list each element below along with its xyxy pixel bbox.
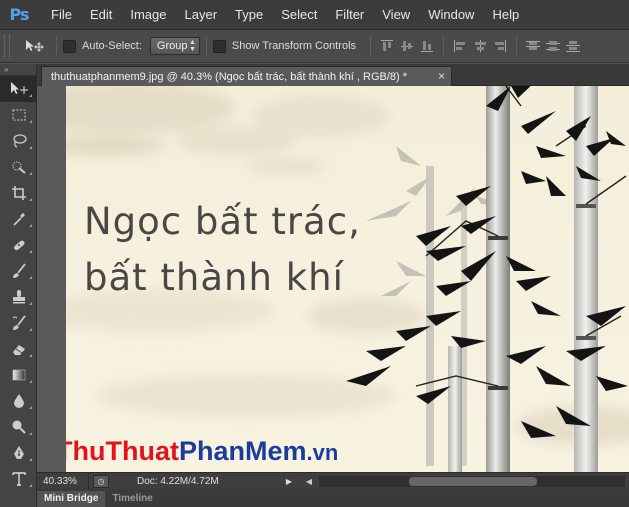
tab-timeline[interactable]: Timeline — [105, 491, 159, 507]
lasso-icon — [12, 134, 27, 148]
type-icon — [11, 472, 26, 486]
eyedropper-tool[interactable] — [0, 206, 37, 232]
separator — [443, 36, 445, 56]
auto-select-dropdown[interactable]: Group ▲ ▼ — [149, 37, 200, 55]
gradient-tool[interactable] — [0, 362, 37, 388]
status-bar: 40.33% ◷ Doc: 4.22M/4.72M ▶ ◀ — [37, 472, 629, 490]
auto-select-label: Auto-Select: — [82, 40, 142, 52]
menu-bar: Ps File Edit Image Layer Type Select Fil… — [0, 0, 629, 30]
pen-icon — [13, 446, 24, 459]
scrollbar-thumb[interactable] — [409, 476, 537, 486]
menu-type[interactable]: Type — [226, 0, 272, 30]
options-bar: Auto-Select: Group ▲ ▼ Show Transform Con… — [0, 30, 629, 63]
tab-mini-bridge[interactable]: Mini Bridge — [37, 491, 106, 507]
auto-select-checkbox[interactable] — [63, 39, 76, 53]
canvas-text-line-2: bất thành khí — [84, 256, 345, 299]
separator — [205, 36, 207, 56]
menu-view[interactable]: View — [373, 0, 419, 30]
document-tab-bar: thuthuatphanmem9.jpg @ 40.3% (Ngọc bất t… — [37, 64, 629, 86]
marquee-tool[interactable] — [0, 102, 37, 128]
move-tool[interactable] — [0, 76, 37, 102]
options-grip[interactable] — [4, 35, 10, 57]
move-icon — [26, 40, 44, 52]
water-drop-icon — [13, 394, 24, 408]
pen-tool[interactable] — [0, 440, 37, 466]
scroll-left-arrow-icon[interactable]: ◀ — [303, 477, 315, 486]
canvas-area[interactable]: Ngọc bất trác, bất thành khí ThuThuatPha… — [37, 86, 629, 472]
gradient-icon — [12, 369, 25, 381]
distribute-vertical-centers-icon[interactable] — [545, 38, 561, 54]
dodge-icon — [12, 420, 26, 434]
align-vertical-centers-icon[interactable] — [399, 38, 415, 54]
separator — [370, 36, 372, 56]
menu-image[interactable]: Image — [121, 0, 175, 30]
document-tab[interactable]: thuthuatphanmem9.jpg @ 40.3% (Ngọc bất t… — [41, 66, 452, 86]
history-brush-icon — [12, 315, 26, 330]
align-left-edges-icon[interactable] — [452, 38, 468, 54]
move-tool-icon — [10, 82, 28, 94]
blur-tool[interactable] — [0, 388, 37, 414]
menu-file[interactable]: File — [42, 0, 81, 30]
status-options-icon[interactable]: ◷ — [93, 474, 109, 488]
eraser-icon — [12, 345, 25, 355]
stamp-icon — [12, 290, 25, 304]
canvas-text-line-1: Ngọc bất trác, — [84, 200, 361, 243]
crop-tool[interactable] — [0, 180, 37, 206]
watermark-part-2: PhanMem — [179, 436, 307, 466]
watermark-part-3: .vn — [307, 440, 339, 465]
move-tool-preset-button[interactable] — [20, 35, 50, 57]
document-info: Doc: 4.22M/4.72M — [137, 475, 219, 487]
watermark: ThuThuatPhanMem.vn — [66, 436, 338, 466]
clone-stamp-tool[interactable] — [0, 284, 37, 310]
menu-layer[interactable]: Layer — [176, 0, 227, 30]
show-transform-label: Show Transform Controls — [231, 40, 357, 52]
updown-arrows-icon: ▲ ▼ — [188, 39, 196, 53]
menu-window[interactable]: Window — [419, 0, 483, 30]
bamboo-artwork: Ngọc bất trác, bất thành khí ThuThuatPha… — [66, 86, 629, 472]
photoshop-logo: Ps — [9, 5, 30, 24]
separator — [56, 36, 57, 56]
show-transform-checkbox[interactable] — [212, 39, 226, 53]
distribute-top-edges-icon[interactable] — [525, 38, 541, 54]
watermark-part-1: ThuThuat — [66, 436, 179, 466]
bandage-icon — [13, 240, 25, 251]
menu-edit[interactable]: Edit — [81, 0, 121, 30]
status-menu-arrow-icon[interactable]: ▶ — [283, 477, 295, 486]
distribute-bottom-edges-icon[interactable] — [565, 38, 581, 54]
menu-select[interactable]: Select — [272, 0, 326, 30]
dodge-tool[interactable] — [0, 414, 37, 440]
separator — [516, 36, 518, 56]
document-tab-title: thuthuatphanmem9.jpg @ 40.3% (Ngọc bất t… — [51, 70, 408, 83]
align-top-edges-icon[interactable] — [379, 38, 395, 54]
auto-select-value: Group — [156, 40, 188, 52]
align-right-edges-icon[interactable] — [492, 38, 508, 54]
rectangle-marquee-icon — [12, 109, 25, 121]
canvas-image[interactable]: Ngọc bất trác, bất thành khí ThuThuatPha… — [66, 86, 629, 472]
eraser-tool[interactable] — [0, 336, 37, 362]
tools-panel: » — [0, 64, 37, 507]
tools-panel-collapse-icon[interactable]: » — [0, 64, 36, 76]
eyedropper-icon — [12, 213, 25, 226]
healing-brush-tool[interactable] — [0, 232, 37, 258]
close-icon[interactable]: × — [438, 69, 445, 83]
zoom-level[interactable]: 40.33% — [37, 472, 89, 490]
menu-filter[interactable]: Filter — [326, 0, 373, 30]
bottom-panel-tabs: Mini Bridge Timeline — [37, 489, 629, 507]
align-bottom-edges-icon[interactable] — [419, 38, 435, 54]
type-tool[interactable] — [0, 466, 37, 492]
history-brush-tool[interactable] — [0, 310, 37, 336]
menu-help[interactable]: Help — [483, 0, 528, 30]
align-horizontal-centers-icon[interactable] — [472, 38, 488, 54]
crop-icon — [11, 186, 26, 200]
quick-selection-icon — [12, 161, 26, 174]
lasso-tool[interactable] — [0, 128, 37, 154]
quick-selection-tool[interactable] — [0, 154, 37, 180]
horizontal-scrollbar[interactable] — [319, 475, 625, 487]
brush-tool[interactable] — [0, 258, 37, 284]
brush-icon — [12, 263, 26, 278]
